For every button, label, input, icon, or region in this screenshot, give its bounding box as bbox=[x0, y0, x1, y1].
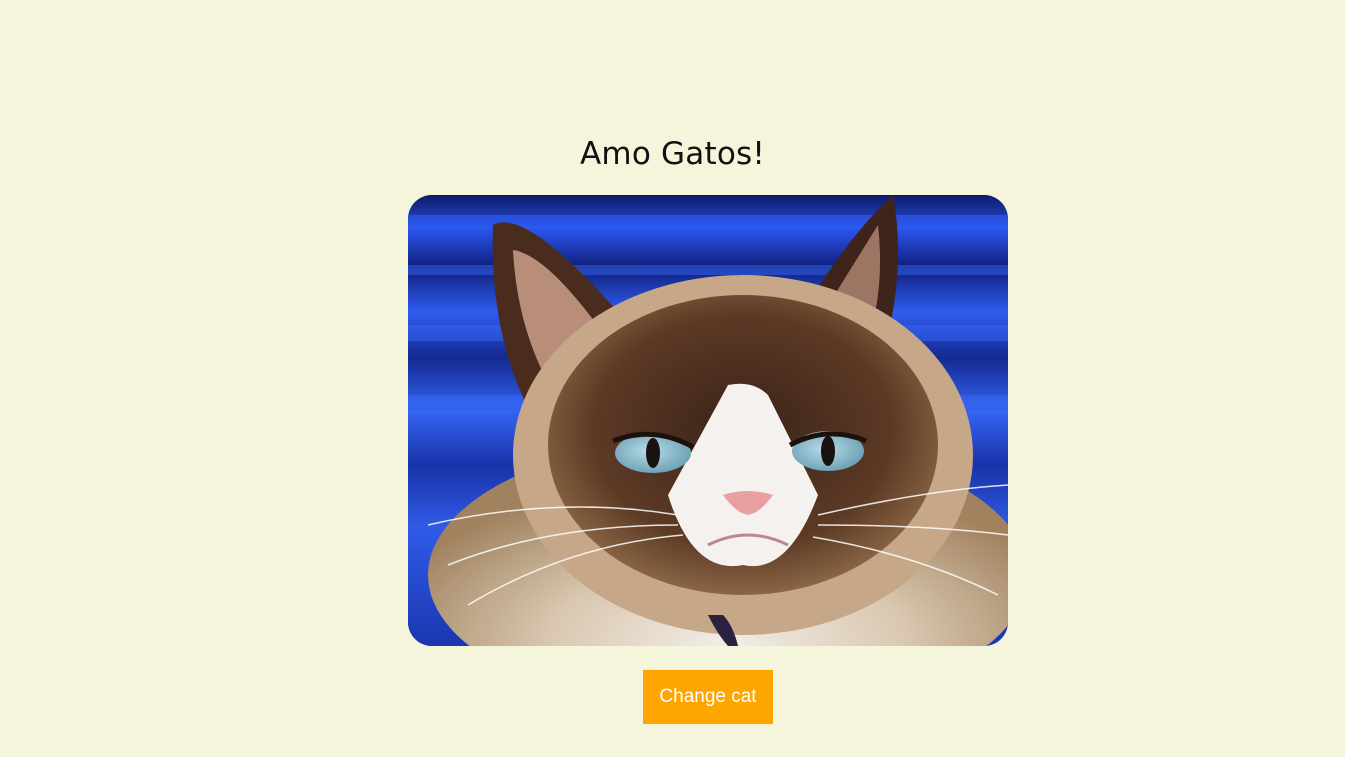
page-title: Amo Gatos! bbox=[580, 136, 765, 172]
change-cat-button[interactable]: Change cat bbox=[643, 670, 773, 724]
cat-image bbox=[408, 195, 1008, 646]
page: Amo Gatos! Change cat bbox=[0, 0, 1345, 757]
cat-photo-illustration bbox=[408, 195, 1008, 646]
